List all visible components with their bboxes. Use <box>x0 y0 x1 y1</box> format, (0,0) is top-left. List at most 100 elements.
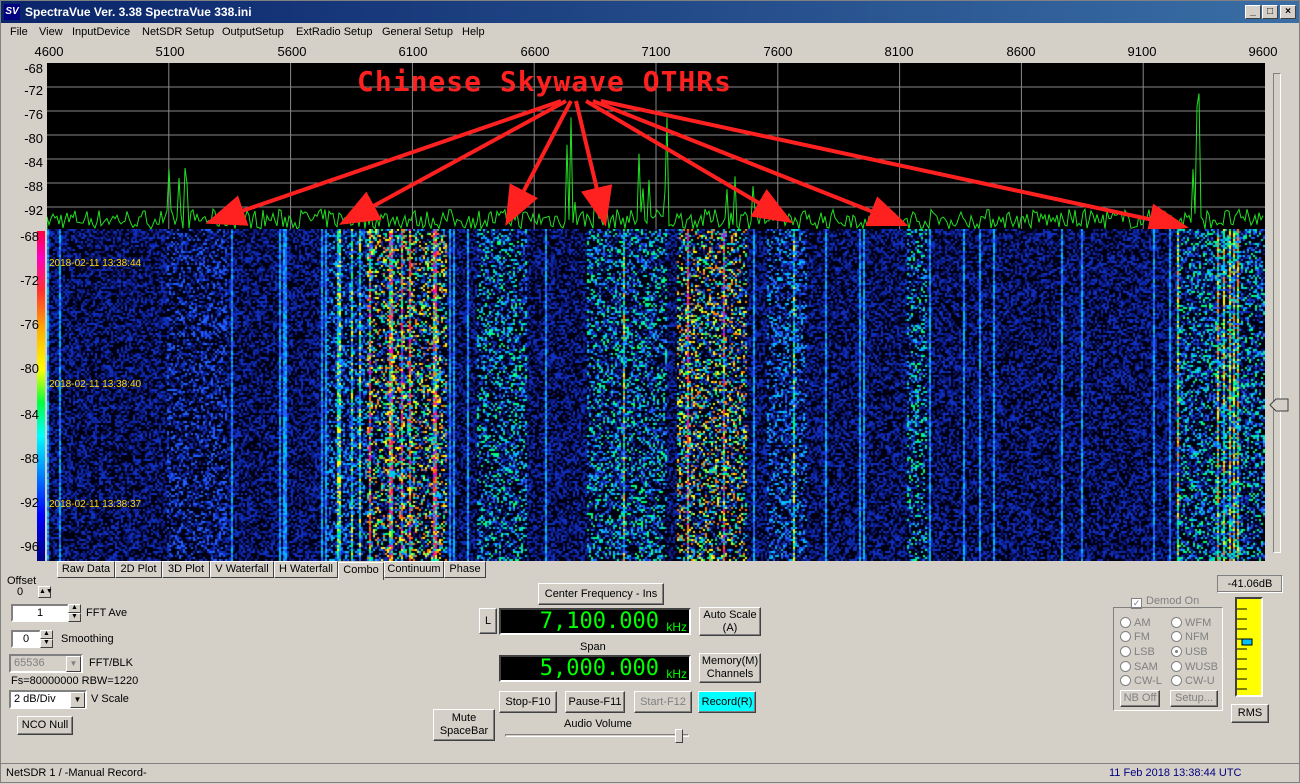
radio-nfm[interactable]: NFM <box>1171 631 1209 643</box>
minimize-button[interactable]: _ <box>1245 5 1261 19</box>
mute-button[interactable]: Mute SpaceBar <box>433 709 495 741</box>
start-button[interactable]: Start-F12 <box>634 691 692 713</box>
vscale-select[interactable]: 2 dB/Div ▼ <box>9 690 87 709</box>
fft-ave-up[interactable]: ▲ <box>68 604 81 613</box>
menu-help[interactable]: Help <box>462 26 485 38</box>
app-icon: SV <box>4 4 20 20</box>
stop-button[interactable]: Stop-F10 <box>499 691 557 713</box>
menu-bar: File View InputDevice NetSDR Setup Outpu… <box>1 23 1299 42</box>
close-button[interactable]: × <box>1280 5 1296 19</box>
rms-button[interactable]: RMS <box>1231 704 1269 723</box>
offset-value: 0 <box>17 586 24 598</box>
waterfall-y-label: -88 <box>20 451 39 466</box>
tab-2d-plot[interactable]: 2D Plot <box>115 561 162 578</box>
menu-general-setup[interactable]: General Setup <box>382 26 453 38</box>
title-bar: SV SpectraVue Ver. 3.38 SpectraVue 338.i… <box>1 1 1299 23</box>
radio-cw-l[interactable]: CW-L <box>1120 675 1162 687</box>
audio-volume-slider[interactable] <box>505 734 689 737</box>
radio-lsb[interactable]: LSB <box>1120 646 1155 658</box>
memory-channels-button[interactable]: Memory(M) Channels <box>699 653 761 683</box>
freq-tick: 7600 <box>763 44 793 59</box>
tab-3d-plot[interactable]: 3D Plot <box>162 561 210 578</box>
freq-tick: 4600 <box>34 44 64 59</box>
chevron-down-icon: ▼ <box>70 692 85 708</box>
audio-volume-label: Audio Volume <box>564 718 632 730</box>
menu-view[interactable]: View <box>39 26 63 38</box>
radio-am[interactable]: AM <box>1120 617 1151 629</box>
slider-thumb[interactable] <box>1269 398 1289 412</box>
menu-inputdevice[interactable]: InputDevice <box>72 26 130 38</box>
radio-fm[interactable]: FM <box>1120 631 1150 643</box>
tab-v-waterfall[interactable]: V Waterfall <box>210 561 274 578</box>
smoothing-up[interactable]: ▲ <box>40 630 53 639</box>
chevron-down-icon: ▼ <box>66 656 81 672</box>
l-button[interactable]: L <box>479 608 497 634</box>
spectrum-y-label: -76 <box>24 107 43 122</box>
waterfall-y-label: -84 <box>20 407 39 422</box>
smoothing-down[interactable]: ▼ <box>40 639 53 648</box>
fft-blk-value: 65536 <box>14 657 45 669</box>
fft-ave-input[interactable]: 1 <box>11 604 69 622</box>
center-frequency-button[interactable]: Center Frequency - Ins <box>538 583 664 605</box>
frequency-axis: 4600 5100 5600 6100 6600 7100 7600 8100 … <box>1 42 1299 60</box>
smoothing-input[interactable]: 0 <box>11 630 41 648</box>
fs-rbw-text: Fs=80000000 RBW=1220 <box>11 675 139 687</box>
radio-wfm[interactable]: WFM <box>1171 617 1211 629</box>
waterfall-y-label: -96 <box>20 539 39 554</box>
vertical-scale-slider[interactable] <box>1273 73 1281 553</box>
fft-blk-select[interactable]: 65536 ▼ <box>9 654 83 673</box>
auto-scale-button[interactable]: Auto Scale (A) <box>699 607 761 636</box>
tab-phase[interactable]: Phase <box>444 561 486 578</box>
span-display[interactable]: 5,000.000 kHz <box>499 655 691 682</box>
freq-tick: 6600 <box>520 44 550 59</box>
spectrum-line <box>46 93 1264 231</box>
setup-button[interactable]: Setup... <box>1170 690 1218 707</box>
smoothing-label: Smoothing <box>61 633 114 645</box>
window-title: SpectraVue Ver. 3.38 SpectraVue 338.ini <box>25 5 252 19</box>
demod-panel: AM FM LSB SAM CW-L WFM NFM USB WUSB CW-U… <box>1113 607 1223 711</box>
menu-netsdr-setup[interactable]: NetSDR Setup <box>142 26 214 38</box>
menu-file[interactable]: File <box>10 26 28 38</box>
radio-wusb[interactable]: WUSB <box>1171 661 1218 673</box>
freq-tick: 9100 <box>1127 44 1157 59</box>
radio-sam[interactable]: SAM <box>1120 661 1158 673</box>
span-label: Span <box>580 641 606 653</box>
menu-extradio-setup[interactable]: ExtRadio Setup <box>296 26 372 38</box>
timestamp-label: 2018-02-11 13:38:44 <box>49 258 142 269</box>
pause-button[interactable]: Pause-F11 <box>565 691 625 713</box>
freq-tick: 5100 <box>155 44 185 59</box>
volume-slider-thumb[interactable] <box>675 729 683 743</box>
tab-h-waterfall[interactable]: H Waterfall <box>274 561 338 578</box>
waterfall-image <box>47 229 1265 561</box>
center-frequency-value: 7,100.000 <box>539 609 659 634</box>
record-button[interactable]: Record(R) <box>698 691 756 713</box>
annotation-text: Chinese Skywave OTHRs <box>357 65 733 98</box>
freq-tick: 7100 <box>641 44 671 59</box>
spectrum-y-label: -88 <box>24 179 43 194</box>
spectrum-y-label: -80 <box>24 131 43 146</box>
tab-raw-data[interactable]: Raw Data <box>57 561 115 578</box>
freq-tick: 9600 <box>1248 44 1278 59</box>
status-bar: NetSDR 1 / -Manual Record- 11 Feb 2018 1… <box>1 763 1299 783</box>
signal-meter <box>1235 597 1263 697</box>
vscale-label: V Scale <box>91 693 129 705</box>
waterfall-y-label: -80 <box>20 361 39 376</box>
status-left: NetSDR 1 / -Manual Record- <box>6 767 147 779</box>
menu-outputsetup[interactable]: OutputSetup <box>222 26 284 38</box>
signal-level-readout: -41.06dB <box>1217 575 1283 593</box>
maximize-button[interactable]: □ <box>1262 5 1278 19</box>
waterfall-display[interactable] <box>47 229 1265 561</box>
nco-null-button[interactable]: NCO Null <box>17 716 73 735</box>
tab-combo[interactable]: Combo <box>338 562 384 580</box>
offset-spinner[interactable]: ▲▼ <box>38 586 53 598</box>
freq-tick: 8100 <box>884 44 914 59</box>
nb-off-button[interactable]: NB Off <box>1120 690 1160 707</box>
span-unit: kHz <box>666 667 687 681</box>
center-frequency-display[interactable]: 7,100.000 kHz <box>499 608 691 635</box>
vscale-value: 2 dB/Div <box>14 693 56 705</box>
radio-usb[interactable]: USB <box>1171 646 1208 658</box>
fft-ave-down[interactable]: ▼ <box>68 613 81 622</box>
tab-continuum[interactable]: Continuum <box>384 561 444 578</box>
center-frequency-unit: kHz <box>666 620 687 634</box>
radio-cw-u[interactable]: CW-U <box>1171 675 1215 687</box>
